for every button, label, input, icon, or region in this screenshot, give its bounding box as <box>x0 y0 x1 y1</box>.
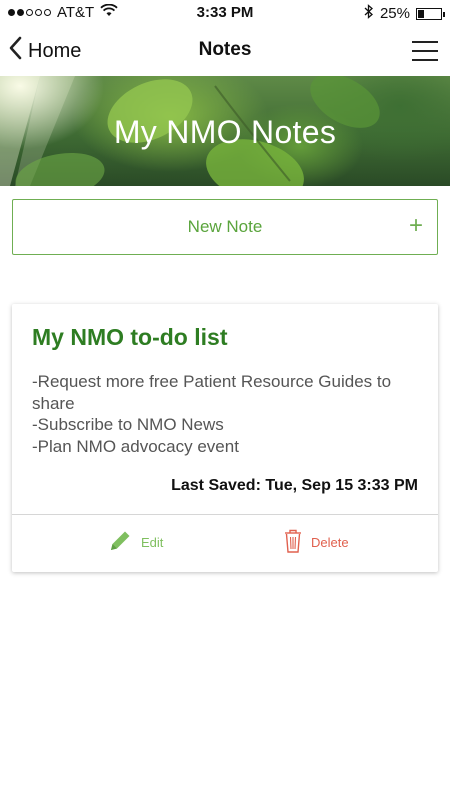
hero-title: My NMO Notes <box>113 114 337 150</box>
pencil-icon <box>107 528 133 557</box>
hamburger-menu-icon[interactable] <box>412 41 438 61</box>
trash-icon <box>283 528 303 557</box>
last-saved-timestamp: Last Saved: Tue, Sep 15 3:33 PM <box>171 477 418 494</box>
page-title: Notes <box>198 39 252 60</box>
menu-line <box>412 50 438 52</box>
delete-label: Delete <box>311 535 349 550</box>
nav-bar: Home Notes <box>0 26 450 76</box>
note-line: -Plan NMO advocacy event <box>32 436 239 456</box>
status-bar: AT&T 3:33 PM 25% <box>0 0 450 26</box>
note-title: My NMO to-do list <box>32 324 228 350</box>
edit-label: Edit <box>141 535 164 550</box>
note-card: My NMO to-do list -Request more free Pat… <box>12 304 438 572</box>
hero-banner: My NMO Notes <box>0 76 450 186</box>
battery-percent: 25% <box>379 5 410 22</box>
bluetooth-icon <box>364 4 374 23</box>
edit-button[interactable]: Edit <box>107 528 163 557</box>
delete-button[interactable]: Delete <box>283 528 349 557</box>
menu-line <box>412 41 438 43</box>
menu-line <box>412 59 438 61</box>
note-line: -Request more free Patient Resource Guid… <box>32 372 392 413</box>
note-body: -Request more free Patient Resource Guid… <box>32 371 422 457</box>
battery-icon <box>416 7 445 20</box>
status-right: 25% <box>364 4 445 23</box>
battery-level <box>418 9 424 18</box>
new-note-label: New Note <box>187 217 263 236</box>
plus-icon: + <box>408 212 423 239</box>
divider <box>12 514 438 515</box>
new-note-button[interactable]: New Note + <box>12 199 438 255</box>
note-line: -Subscribe to NMO News <box>32 415 224 434</box>
